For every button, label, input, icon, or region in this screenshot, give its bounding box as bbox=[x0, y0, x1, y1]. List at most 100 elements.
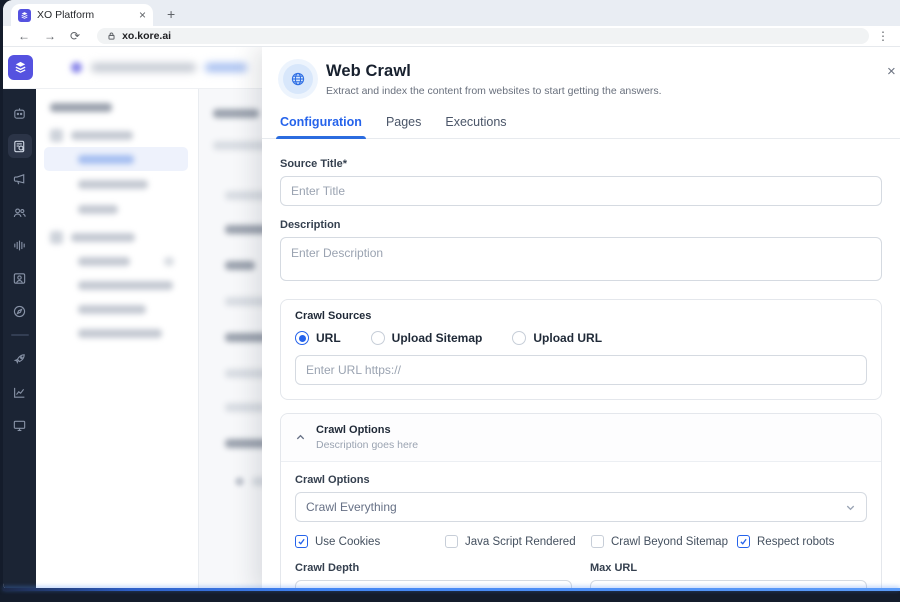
radio-url-label: URL bbox=[316, 331, 341, 345]
drawer-header: Web Crawl Extract and index the content … bbox=[262, 47, 900, 105]
tab-pages[interactable]: Pages bbox=[386, 115, 421, 138]
tab-configuration[interactable]: Configuration bbox=[276, 115, 366, 139]
account-switcher-blurred[interactable] bbox=[71, 62, 247, 73]
lock-icon bbox=[108, 32, 115, 40]
new-tab-icon[interactable]: + bbox=[167, 6, 175, 22]
browser-tab[interactable]: XO Platform × bbox=[11, 4, 153, 26]
url-text: xo.kore.ai bbox=[122, 30, 172, 42]
crawl-sources-card: Crawl Sources URL Upload Sitemap Upload … bbox=[280, 299, 882, 400]
sidebar-item[interactable] bbox=[78, 281, 173, 290]
chevron-down-icon bbox=[846, 505, 855, 510]
checkbox-crawl-beyond-sitemap-label: Crawl Beyond Sitemap bbox=[611, 535, 728, 548]
checkbox-crawl-beyond-sitemap[interactable]: Crawl Beyond Sitemap bbox=[591, 535, 737, 548]
sidebar-item-active-label bbox=[78, 155, 134, 164]
sidebar-item[interactable] bbox=[50, 231, 135, 244]
checkbox-respect-robots-label: Respect robots bbox=[757, 535, 835, 548]
xo-platform-app: Web Crawl Extract and index the content … bbox=[3, 47, 900, 591]
crawl-limits-row: Crawl Depth Max URL bbox=[295, 562, 867, 591]
sidebar-item[interactable] bbox=[78, 329, 162, 338]
checkbox-use-cookies[interactable]: Use Cookies bbox=[295, 535, 445, 548]
radio-selected-icon bbox=[295, 331, 309, 345]
secondary-sidebar-blurred bbox=[36, 89, 199, 591]
crawl-options-header[interactable]: Crawl Options Description goes here bbox=[281, 414, 881, 462]
radio-upload-url-label: Upload URL bbox=[533, 331, 603, 345]
window-bottom-glow bbox=[3, 588, 900, 591]
radio-unselected-icon bbox=[370, 331, 385, 345]
monitor-icon[interactable] bbox=[8, 413, 32, 437]
drawer-subtitle: Extract and index the content from websi… bbox=[326, 85, 662, 97]
description-label: Description bbox=[280, 219, 341, 231]
agent-card-icon[interactable] bbox=[8, 266, 32, 290]
waveform-icon[interactable] bbox=[8, 233, 32, 257]
checkbox-use-cookies-label: Use Cookies bbox=[315, 535, 381, 548]
left-icon-rail bbox=[3, 89, 36, 591]
crawl-sources-title: Crawl Sources bbox=[295, 310, 372, 322]
back-icon[interactable]: ← bbox=[18, 30, 30, 42]
configuration-form: Source Title* Description Crawl Sources … bbox=[262, 139, 900, 591]
switch-link-placeholder bbox=[205, 63, 247, 72]
sidebar-item[interactable] bbox=[78, 257, 174, 266]
crawl-options-card: Crawl Options Description goes here Craw… bbox=[280, 413, 882, 591]
checkbox-javascript-rendered[interactable]: Java Script Rendered bbox=[445, 535, 591, 548]
sidebar-item[interactable] bbox=[78, 180, 148, 189]
checkbox-respect-robots[interactable]: Respect robots bbox=[737, 535, 867, 548]
sidebar-item[interactable] bbox=[78, 205, 118, 214]
bot-icon[interactable] bbox=[8, 101, 32, 125]
workspace-avatar bbox=[71, 62, 82, 73]
compass-icon[interactable] bbox=[8, 299, 32, 323]
crawl-options-body: Crawl Options Crawl Everything Use Cooki… bbox=[281, 462, 881, 591]
sidebar-item[interactable] bbox=[78, 305, 146, 314]
tab-title: XO Platform bbox=[37, 9, 95, 21]
tab-executions[interactable]: Executions bbox=[445, 115, 506, 138]
knowledge-search-icon[interactable] bbox=[7, 134, 32, 158]
browser-tab-strip: XO Platform × + bbox=[3, 0, 900, 26]
source-title-input[interactable] bbox=[280, 176, 882, 206]
source-title-label: Source Title* bbox=[280, 158, 348, 170]
checkbox-checked-icon bbox=[737, 535, 750, 548]
close-icon[interactable]: × bbox=[887, 63, 900, 80]
sidebar-item[interactable] bbox=[50, 129, 133, 142]
workspace-name-placeholder bbox=[91, 63, 196, 72]
crawl-options-select-label: Crawl Options bbox=[295, 474, 370, 486]
checkbox-javascript-rendered-label: Java Script Rendered bbox=[465, 535, 576, 548]
content-text-placeholder bbox=[225, 257, 255, 275]
xo-platform-favicon bbox=[18, 8, 31, 22]
rail-divider bbox=[10, 334, 29, 336]
crawl-source-radio-group: URL Upload Sitemap Upload URL bbox=[295, 331, 867, 345]
sidebar-section-heading bbox=[50, 103, 112, 112]
description-input[interactable] bbox=[280, 237, 882, 281]
web-crawl-drawer: Web Crawl Extract and index the content … bbox=[262, 47, 900, 591]
checkbox-checked-icon bbox=[295, 535, 308, 548]
chevron-up-icon bbox=[296, 434, 305, 440]
refresh-icon[interactable]: ⟳ bbox=[70, 30, 80, 42]
crawl-options-select[interactable]: Crawl Everything bbox=[295, 492, 867, 522]
content-text-placeholder bbox=[213, 137, 269, 155]
rocket-icon[interactable] bbox=[8, 347, 32, 371]
crawl-options-checkboxes: Use Cookies Java Script Rendered Crawl B… bbox=[295, 535, 867, 548]
radio-upload-sitemap[interactable]: Upload Sitemap bbox=[370, 331, 483, 345]
tab-close-icon[interactable]: × bbox=[139, 9, 146, 21]
browser-window: XO Platform × + ← → ⟳ xo.kore.ai ⋮ Web C… bbox=[3, 0, 900, 591]
content-text-placeholder bbox=[225, 399, 265, 417]
address-bar[interactable]: xo.kore.ai bbox=[97, 28, 869, 44]
crawl-depth-label: Crawl Depth bbox=[295, 562, 360, 574]
radio-upload-sitemap-label: Upload Sitemap bbox=[391, 331, 483, 345]
content-heading-placeholder bbox=[213, 105, 259, 123]
kore-logo[interactable] bbox=[8, 55, 33, 80]
browser-menu-icon[interactable]: ⋮ bbox=[877, 29, 889, 43]
browser-toolbar: ← → ⟳ xo.kore.ai ⋮ bbox=[3, 26, 900, 47]
crawl-options-select-value: Crawl Everything bbox=[306, 500, 397, 514]
radio-url[interactable]: URL bbox=[295, 331, 341, 345]
megaphone-icon[interactable] bbox=[8, 167, 32, 191]
checkbox-unchecked-icon bbox=[445, 535, 458, 548]
drawer-title: Web Crawl bbox=[326, 62, 411, 80]
drawer-tabs: Configuration Pages Executions bbox=[262, 115, 900, 139]
web-globe-icon bbox=[283, 64, 313, 94]
crawl-url-input[interactable] bbox=[295, 355, 867, 385]
max-url-label: Max URL bbox=[590, 562, 638, 574]
analytics-chart-icon[interactable] bbox=[8, 380, 32, 404]
users-icon[interactable] bbox=[8, 200, 32, 224]
radio-upload-url[interactable]: Upload URL bbox=[512, 331, 602, 345]
checkbox-unchecked-icon bbox=[591, 535, 604, 548]
forward-icon[interactable]: → bbox=[44, 30, 56, 42]
